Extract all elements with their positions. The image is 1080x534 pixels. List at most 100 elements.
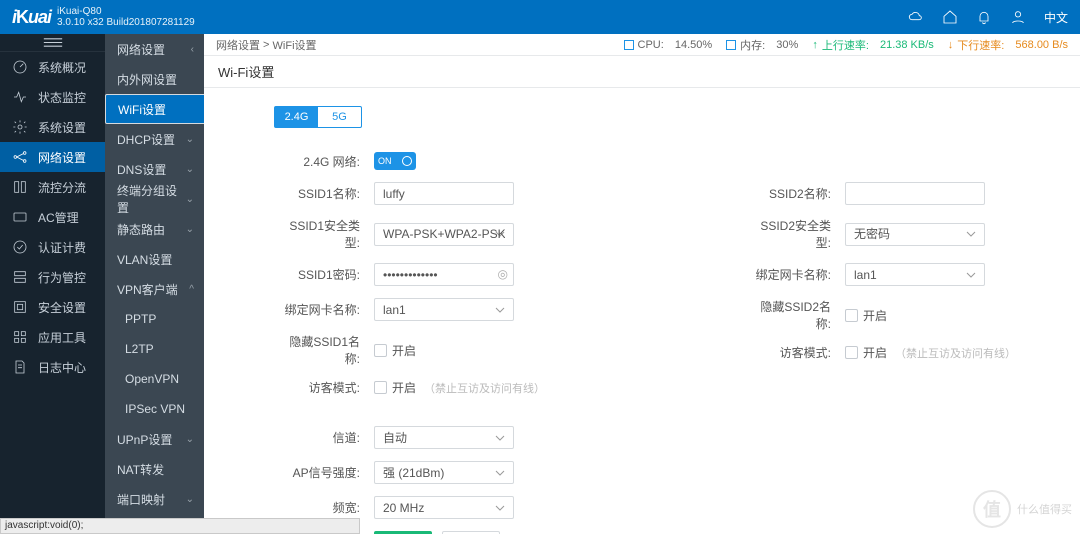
nav1-item-0[interactable]: 系统概况 xyxy=(0,52,105,82)
chevron-icon: ⌄ xyxy=(186,224,194,235)
bind-nic-label: 绑定网卡名称: xyxy=(274,301,374,318)
hide-ssid1-checkbox[interactable] xyxy=(374,344,387,357)
ssid1-pw-label: SSID1密码: xyxy=(274,266,374,283)
product-info: iKuai-Q80 3.0.10 x32 Build201807281129 xyxy=(57,6,195,28)
browser-statusbar: javascript:void(0); xyxy=(0,518,360,534)
status-strip: CPU: 14.50% 内存: 30% ↑ 上行速率: 21.38 KB/s ↓… xyxy=(624,37,1068,53)
chevron-icon: ⌄ xyxy=(186,194,194,205)
nav1-item-8[interactable]: 安全设置 xyxy=(0,292,105,322)
bell-icon[interactable] xyxy=(976,9,992,25)
nav2-item-3[interactable]: DHCP设置⌄ xyxy=(105,124,204,154)
home-icon[interactable] xyxy=(942,9,958,25)
nav2-item-6[interactable]: 静态路由⌄ xyxy=(105,214,204,244)
menu-toggle[interactable] xyxy=(0,34,105,52)
main-panel: 网络设置 > WiFi设置 CPU: 14.50% 内存: 30% ↑ 上行速率… xyxy=(204,34,1080,534)
cloud-icon[interactable] xyxy=(908,9,924,25)
ssid1-sec-select[interactable]: WPA-PSK+WPA2-PSK xyxy=(374,223,514,246)
bind2-nic-label: 绑定网卡名称: xyxy=(745,266,845,283)
network-icon xyxy=(12,149,28,165)
nav2-item-1[interactable]: 内外网设置 xyxy=(105,64,204,94)
ssid1-pw-input[interactable] xyxy=(374,263,514,286)
user-icon[interactable] xyxy=(1010,9,1026,25)
shield-icon xyxy=(12,299,28,315)
breadcrumb-a[interactable]: 网络设置 xyxy=(216,37,260,53)
bind2-nic-select[interactable]: lan1 xyxy=(845,263,985,286)
guest2-checkbox[interactable] xyxy=(845,346,858,359)
page-title: Wi-Fi设置 xyxy=(204,56,1080,88)
nav1-item-9[interactable]: 应用工具 xyxy=(0,322,105,352)
bandwidth-select[interactable]: 20 MHz xyxy=(374,496,514,519)
nav2-item-7[interactable]: VLAN设置 xyxy=(105,244,204,274)
tab-5g[interactable]: 5G xyxy=(318,107,361,127)
top-header: iKuai iKuai-Q80 3.0.10 x32 Build20180728… xyxy=(0,0,1080,34)
nav1-item-4[interactable]: 流控分流 xyxy=(0,172,105,202)
ssid2-name-input[interactable] xyxy=(845,182,985,205)
guest1-checkbox[interactable] xyxy=(374,381,387,394)
nav1-item-2[interactable]: 系统设置 xyxy=(0,112,105,142)
chevron-icon: ⌄ xyxy=(186,434,194,445)
content-area: 2.4G 5G 2.4G 网络: ON SSID1名称: SSID1安全类型:W… xyxy=(204,88,1080,534)
eye-icon[interactable]: ◎ xyxy=(498,267,508,281)
nav2-item-5[interactable]: 终端分组设置⌄ xyxy=(105,184,204,214)
chevron-icon: ‹ xyxy=(191,44,194,55)
apps-icon xyxy=(12,329,28,345)
nav2-sub-8-3[interactable]: IPSec VPN xyxy=(105,394,204,424)
nav2-item-8[interactable]: VPN客户端^ xyxy=(105,274,204,304)
ac-icon xyxy=(12,209,28,225)
ssid1-name-label: SSID1名称: xyxy=(274,185,374,202)
hide-ssid2-label: 隐藏SSID2名称: xyxy=(745,298,845,332)
chevron-icon: ⌄ xyxy=(186,164,194,175)
log-icon xyxy=(12,359,28,375)
ap-power-select[interactable]: 强 (21dBm) xyxy=(374,461,514,484)
nav2-item-11[interactable]: 端口映射⌄ xyxy=(105,484,204,514)
guest1-hint: （禁止互访及访问有线） xyxy=(424,380,545,396)
chevron-icon: ⌄ xyxy=(186,494,194,505)
cpu-icon xyxy=(624,40,634,50)
language-switch[interactable]: 中文 xyxy=(1044,9,1068,26)
nav1-item-1[interactable]: 状态监控 xyxy=(0,82,105,112)
ssid1-sec-label: SSID1安全类型: xyxy=(274,217,374,251)
hide-ssid1-label: 隐藏SSID1名称: xyxy=(274,333,374,367)
secondary-sidebar: 网络设置‹内外网设置WiFi设置DHCP设置⌄DNS设置⌄终端分组设置⌄静态路由… xyxy=(105,34,204,534)
auth-icon xyxy=(12,239,28,255)
ssid2-name-label: SSID2名称: xyxy=(745,185,845,202)
bandwidth-label: 频宽: xyxy=(274,499,374,516)
channel-select[interactable]: 自动 xyxy=(374,426,514,449)
nav2-sub-8-0[interactable]: PPTP xyxy=(105,304,204,334)
mem-icon xyxy=(726,40,736,50)
nav2-item-4[interactable]: DNS设置⌄ xyxy=(105,154,204,184)
primary-sidebar: 系统概况状态监控系统设置网络设置流控分流AC管理认证计费行为管控安全设置应用工具… xyxy=(0,34,105,534)
tab-24g[interactable]: 2.4G xyxy=(275,107,318,127)
bind-nic-select[interactable]: lan1 xyxy=(374,298,514,321)
nav2-item-0[interactable]: 网络设置‹ xyxy=(105,34,204,64)
nav2-item-9[interactable]: UPnP设置⌄ xyxy=(105,424,204,454)
nav1-item-3[interactable]: 网络设置 xyxy=(0,142,105,172)
brand-logo: iKuai xyxy=(12,7,51,28)
ssid2-sec-select[interactable]: 无密码 xyxy=(845,223,985,246)
guest2-hint: （禁止互访及访问有线） xyxy=(895,345,1016,361)
ssid2-sec-label: SSID2安全类型: xyxy=(745,217,845,251)
net24-toggle[interactable]: ON xyxy=(374,152,416,170)
guest2-label: 访客模式: xyxy=(745,344,845,361)
breadcrumb-bar: 网络设置 > WiFi设置 CPU: 14.50% 内存: 30% ↑ 上行速率… xyxy=(204,34,1080,56)
chevron-icon: ⌄ xyxy=(186,134,194,145)
hide-ssid2-checkbox[interactable] xyxy=(845,309,858,322)
monitor-icon xyxy=(12,89,28,105)
channel-label: 信道: xyxy=(274,429,374,446)
breadcrumb-b: WiFi设置 xyxy=(273,37,317,53)
nav2-item-10[interactable]: NAT转发 xyxy=(105,454,204,484)
nav2-sub-8-2[interactable]: OpenVPN xyxy=(105,364,204,394)
chevron-icon: ^ xyxy=(189,284,194,295)
net24-label: 2.4G 网络: xyxy=(274,153,374,170)
dashboard-icon xyxy=(12,59,28,75)
nav1-item-7[interactable]: 行为管控 xyxy=(0,262,105,292)
nav1-item-5[interactable]: AC管理 xyxy=(0,202,105,232)
nav1-item-10[interactable]: 日志中心 xyxy=(0,352,105,382)
ssid1-name-input[interactable] xyxy=(374,182,514,205)
gear-icon xyxy=(12,119,28,135)
nav2-sub-8-1[interactable]: L2TP xyxy=(105,334,204,364)
flow-icon xyxy=(12,179,28,195)
nav1-item-6[interactable]: 认证计费 xyxy=(0,232,105,262)
band-tabs: 2.4G 5G xyxy=(274,106,362,128)
guest1-label: 访客模式: xyxy=(274,379,374,396)
